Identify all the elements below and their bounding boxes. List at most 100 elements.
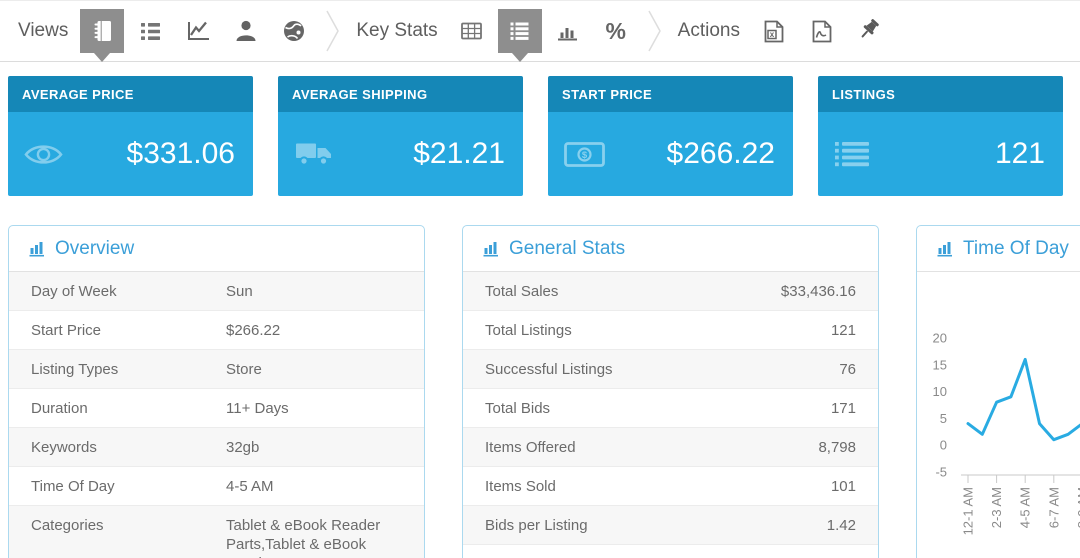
svg-text:20: 20 bbox=[933, 331, 947, 346]
panel-header: Overview bbox=[9, 226, 424, 272]
chevron-right-icon bbox=[326, 10, 340, 52]
percent-icon: % bbox=[605, 17, 626, 44]
globe-icon bbox=[284, 21, 305, 41]
excel-file-icon: x bbox=[765, 20, 784, 42]
svg-text:5: 5 bbox=[940, 411, 947, 426]
table-row: Time Of Day 4-5 AM bbox=[9, 467, 424, 507]
row-label: Total Sales bbox=[485, 283, 559, 300]
row-label: Items Offered bbox=[485, 439, 576, 457]
export-pdf-button[interactable] bbox=[800, 9, 844, 53]
table-row: Items Sold 101 bbox=[463, 467, 878, 507]
banknote-icon: $ bbox=[564, 141, 605, 167]
notebook-view-button[interactable] bbox=[80, 9, 125, 53]
time-of-day-panel: Time Of Day 20 15 10 5 0 -5 12-1 AM 2-3 AM 4-5 A… bbox=[916, 225, 1080, 558]
card-title: AVERAGE SHIPPING bbox=[278, 76, 523, 112]
row-label: Total Listings bbox=[485, 322, 572, 340]
key-stats-group-label: Key Stats bbox=[356, 20, 438, 41]
panel-chart-icon bbox=[483, 242, 498, 257]
svg-text:8-9 AM: 8-9 AM bbox=[1075, 487, 1080, 528]
panel-header: General Stats bbox=[463, 226, 878, 272]
truck-icon bbox=[296, 143, 331, 166]
detailed-list-icon bbox=[510, 22, 529, 40]
row-label: Time Of Day bbox=[31, 478, 115, 496]
list-view-button[interactable] bbox=[128, 9, 172, 53]
row-value: 8,798 bbox=[818, 439, 856, 457]
time-of-day-chart: 20 15 10 5 0 -5 12-1 AM 2-3 AM 4-5 AM 6-7 AM 8-9 A… bbox=[933, 331, 1080, 535]
table-row: Items Offered 8,798 bbox=[463, 428, 878, 468]
panel-chart-icon bbox=[937, 242, 952, 257]
row-value: Tablet & eBook Reader Parts,Tablet & eBo… bbox=[226, 517, 381, 558]
dashboard: { "toolbar": { "views_label": "Views", "… bbox=[0, 0, 1080, 558]
card-start-price: START PRICE $ $266.22 bbox=[548, 76, 793, 196]
person-icon bbox=[236, 20, 256, 41]
table-row: Duration 11+ Days bbox=[9, 389, 424, 429]
table-row: Total Listings 121 bbox=[463, 311, 878, 351]
svg-text:15: 15 bbox=[933, 357, 947, 372]
row-label: Successful Listings bbox=[485, 361, 613, 379]
toolbar-separator bbox=[648, 10, 662, 52]
bar-chart-icon bbox=[558, 27, 578, 40]
table-row: Categories Tablet & eBook Reader Parts,Ta… bbox=[9, 506, 424, 558]
line-chart-view-button[interactable] bbox=[176, 9, 220, 53]
toolbar: Views Key Stats % Actions x bbox=[0, 0, 1080, 62]
card-title: START PRICE bbox=[548, 76, 793, 112]
bar-chart-stats-button[interactable] bbox=[546, 9, 590, 53]
chevron-right-icon bbox=[648, 10, 661, 52]
row-value: 76 bbox=[839, 361, 856, 379]
table-row: Keywords 32gb bbox=[9, 428, 424, 468]
person-view-button[interactable] bbox=[224, 9, 268, 53]
row-label: Listing Types bbox=[31, 361, 119, 379]
table-row: Total Bids 171 bbox=[463, 389, 878, 429]
row-value: Store bbox=[226, 361, 262, 379]
card-listings: LISTINGS 121 bbox=[818, 76, 1063, 196]
overview-panel: Overview Day of Week Sun Start Price $266.2… bbox=[8, 225, 425, 558]
overview-table: Day of Week Sun Start Price $266.22 Listing … bbox=[9, 272, 424, 558]
row-label: Bids per Listing bbox=[485, 517, 588, 535]
row-value: 11+ Days bbox=[226, 400, 289, 418]
panel-chart-icon bbox=[29, 242, 44, 257]
svg-text:-5: -5 bbox=[935, 464, 947, 479]
panel-title: Overview bbox=[55, 237, 135, 259]
table-row: Successful Listings 76 bbox=[463, 350, 878, 390]
svg-text:0: 0 bbox=[940, 438, 947, 453]
row-value: Sun bbox=[226, 283, 253, 300]
row-label: Duration bbox=[31, 400, 88, 418]
row-value: 121 bbox=[830, 322, 856, 340]
card-average-price: AVERAGE PRICE $331.06 bbox=[8, 76, 253, 196]
card-value: $21.21 bbox=[413, 137, 505, 170]
svg-text:6-7 AM: 6-7 AM bbox=[1046, 487, 1061, 528]
panel-title: Time Of Day bbox=[963, 237, 1069, 259]
svg-text:4-5 AM: 4-5 AM bbox=[1018, 487, 1033, 528]
table-stats-button[interactable] bbox=[450, 9, 494, 53]
panel-header: Time Of Day bbox=[917, 226, 1080, 272]
table-grid-icon bbox=[461, 22, 483, 39]
detailed-stats-button[interactable] bbox=[497, 9, 542, 53]
svg-text:10: 10 bbox=[933, 384, 947, 399]
globe-view-button[interactable] bbox=[272, 9, 316, 53]
row-label: Day of Week bbox=[31, 283, 117, 300]
general-stats-panel: General Stats Total Sales $33,436.16 Total… bbox=[462, 225, 879, 558]
export-excel-button[interactable]: x bbox=[752, 9, 796, 53]
pdf-file-icon bbox=[813, 20, 832, 42]
general-stats-table: Total Sales $33,436.16 Total Listings 121 Su… bbox=[463, 272, 878, 546]
list-icon bbox=[140, 22, 160, 40]
row-value: 101 bbox=[830, 478, 856, 496]
svg-text:2-3 AM: 2-3 AM bbox=[989, 487, 1004, 528]
card-title: AVERAGE PRICE bbox=[8, 76, 253, 112]
panels-row: Overview Day of Week Sun Start Price $266.2… bbox=[8, 225, 1080, 558]
card-title: LISTINGS bbox=[818, 76, 1063, 112]
row-value: $33,436.16 bbox=[780, 283, 856, 300]
table-row: Day of Week Sun bbox=[9, 272, 424, 312]
percent-stats-button[interactable]: % bbox=[594, 9, 638, 53]
card-value: 121 bbox=[994, 137, 1045, 170]
card-average-shipping: AVERAGE SHIPPING $21.21 bbox=[278, 76, 523, 196]
panel-title: General Stats bbox=[509, 237, 626, 259]
row-value: 1.42 bbox=[826, 517, 856, 535]
row-value: 4-5 AM bbox=[226, 478, 274, 496]
views-group-label: Views bbox=[18, 20, 69, 41]
time-of-day-chart-area: 20 15 10 5 0 -5 12-1 AM 2-3 AM 4-5 AM 6-7 AM 8-9 A… bbox=[917, 272, 1080, 558]
card-value: $266.22 bbox=[666, 137, 775, 170]
line-chart-icon bbox=[188, 21, 210, 40]
pin-button[interactable] bbox=[848, 9, 892, 53]
eye-icon bbox=[24, 144, 63, 164]
